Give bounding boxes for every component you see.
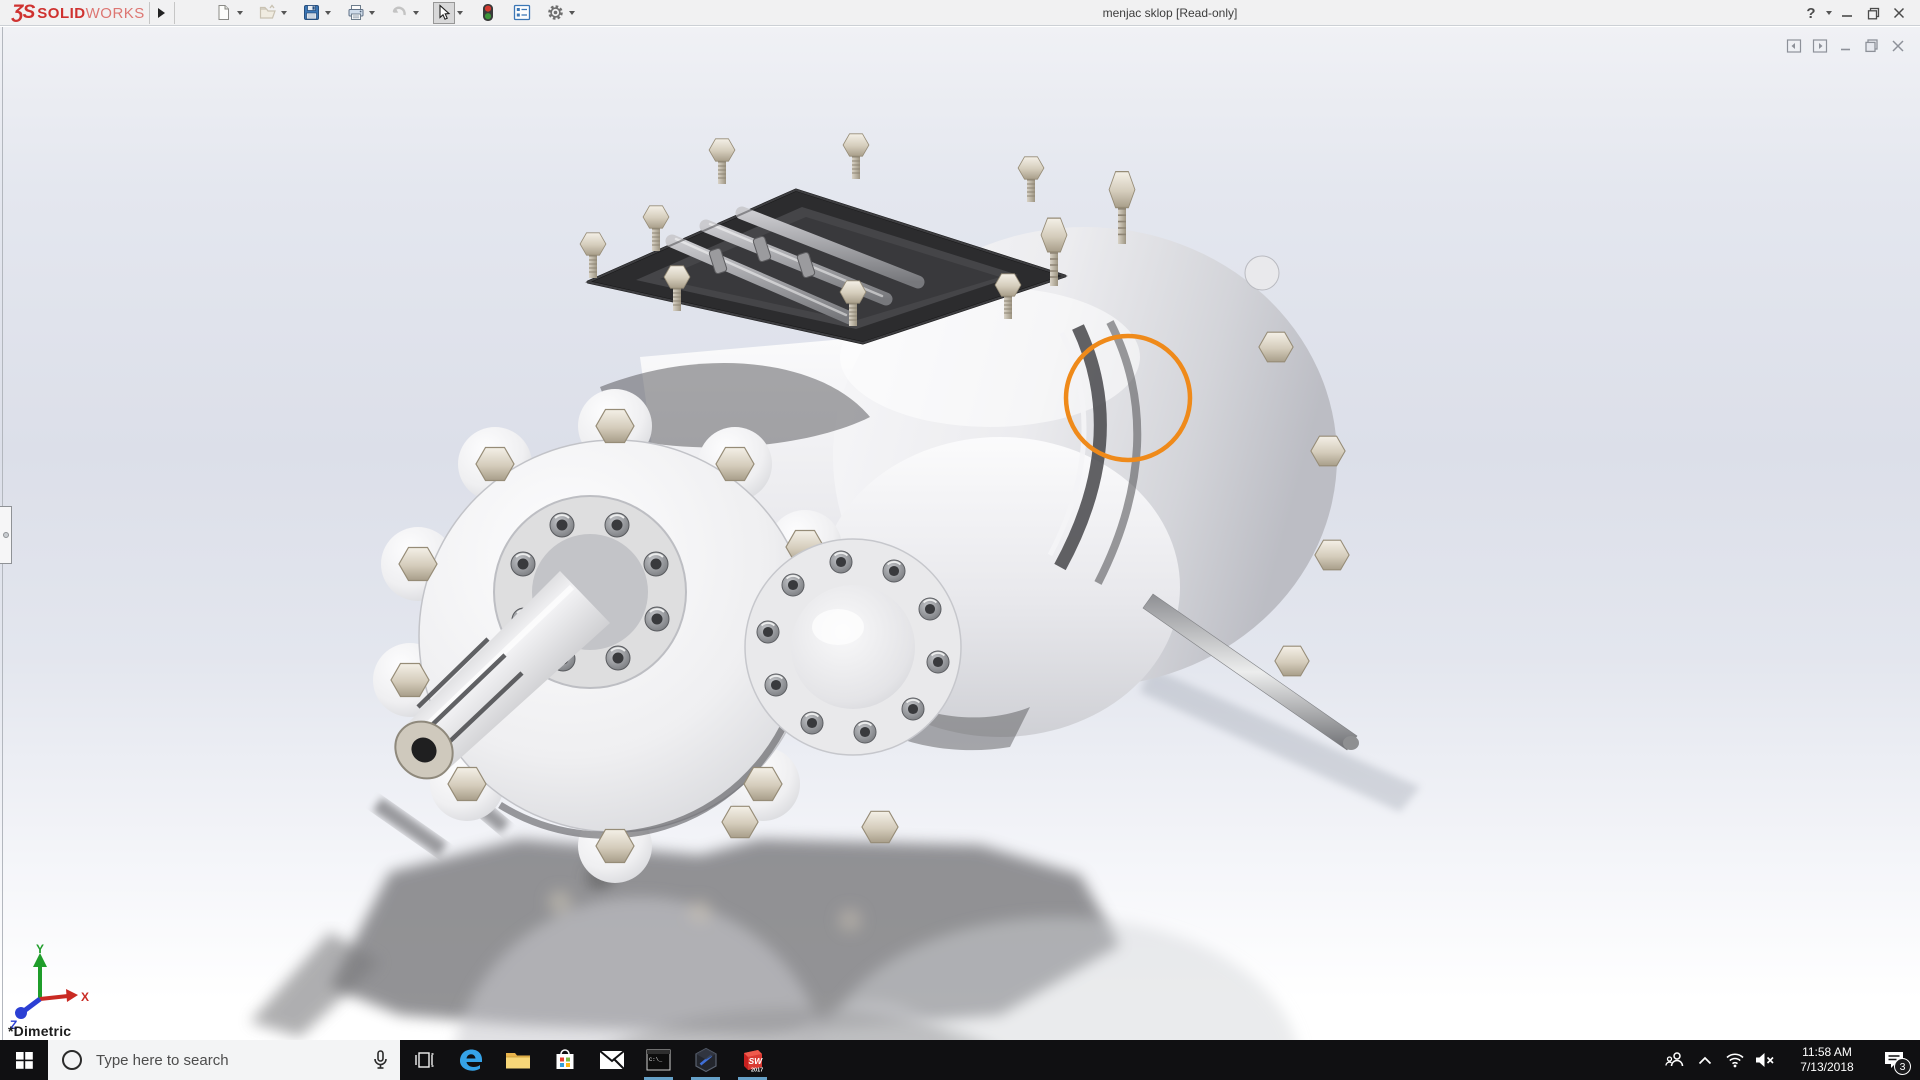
help-button[interactable]: ?	[1798, 1, 1824, 25]
collapse-right-pane-button[interactable]	[1811, 37, 1828, 54]
close-icon	[1893, 7, 1905, 19]
print-button[interactable]	[345, 2, 367, 24]
task-view-icon	[414, 1052, 433, 1068]
command-prompt-icon: C:\_	[646, 1049, 671, 1071]
volume-button[interactable]	[1750, 1040, 1780, 1080]
bearing-cover-ring	[744, 538, 962, 756]
sw-icon-label: SW	[749, 1056, 764, 1066]
triad-x-label: X	[81, 990, 89, 1004]
graphics-viewport[interactable]: Y X Z *Dimetric	[0, 27, 1920, 1040]
traffic-light-icon	[482, 4, 493, 21]
solidworks-logo: ƷS SOLID WORKS	[12, 1, 145, 23]
restore-icon	[1867, 7, 1879, 19]
clock[interactable]: 11:58 AM 7/13/2018	[1784, 1045, 1870, 1075]
sw-icon-year: 2017	[751, 1067, 763, 1073]
network-button[interactable]	[1720, 1040, 1750, 1080]
open-folder-icon	[259, 4, 276, 19]
new-document-button[interactable]	[213, 2, 235, 24]
title-bar: ƷS SOLID WORKS menjac sklop [Read-only] …	[0, 0, 1920, 26]
document-title: menjac sklop [Read-only]	[1102, 6, 1238, 20]
select-tool-button[interactable]	[432, 1, 455, 24]
minimize-icon	[1842, 15, 1852, 17]
microphone-icon[interactable]	[373, 1050, 388, 1070]
display-settings-button[interactable]	[511, 2, 533, 24]
select-cursor-icon	[439, 4, 451, 20]
store-icon	[556, 1049, 573, 1069]
chevron-up-icon	[1698, 1056, 1712, 1064]
minimize-document-button[interactable]	[1837, 37, 1854, 54]
taskbar-app-mail[interactable]	[588, 1040, 635, 1080]
speaker-muted-icon	[1755, 1053, 1774, 1067]
windows-taskbar: C:\_ SW 2017	[0, 1040, 1920, 1080]
restore-document-button[interactable]	[1863, 37, 1880, 54]
taskbar-app-solidworks[interactable]: SW 2017	[729, 1040, 776, 1080]
task-view-button[interactable]	[400, 1040, 447, 1080]
save-floppy-icon	[304, 5, 320, 20]
mail-icon	[598, 1050, 625, 1070]
taskbar-app-edge[interactable]	[447, 1040, 494, 1080]
action-center-button[interactable]: 3	[1874, 1040, 1914, 1080]
system-tray: 11:58 AM 7/13/2018 3	[1660, 1040, 1920, 1080]
triad-y-label: Y	[36, 943, 44, 956]
file-explorer-icon	[505, 1053, 530, 1069]
save-dropdown[interactable]	[323, 2, 333, 24]
edge-icon	[459, 1049, 482, 1071]
separator	[173, 1, 175, 24]
printer-icon	[348, 5, 364, 20]
people-button[interactable]	[1660, 1040, 1690, 1080]
windows-logo-icon	[15, 1051, 33, 1069]
select-tool-dropdown[interactable]	[455, 2, 465, 24]
start-button[interactable]	[0, 1040, 48, 1080]
close-button[interactable]	[1886, 1, 1912, 25]
rebuild-button[interactable]	[477, 2, 499, 24]
standard-toolbar	[213, 1, 577, 24]
separator	[148, 1, 150, 24]
window-controls: ?	[1798, 0, 1920, 26]
help-dropdown[interactable]	[1824, 2, 1834, 24]
hidden-icons-button[interactable]	[1690, 1040, 1720, 1080]
open-document-dropdown[interactable]	[279, 2, 289, 24]
taskbar-app-file-explorer[interactable]	[494, 1040, 541, 1080]
new-document-icon	[218, 5, 230, 20]
open-document-button[interactable]	[257, 2, 279, 24]
clock-time: 11:58 AM	[1802, 1045, 1852, 1059]
wifi-icon	[1726, 1053, 1744, 1068]
properties-list-icon	[513, 4, 530, 21]
solidworks-2017-icon: SW 2017	[744, 1049, 764, 1073]
cmd-icon-text: C:\_	[649, 1056, 663, 1063]
undo-dropdown[interactable]	[411, 2, 421, 24]
ds-logo-glyph: ƷS	[12, 1, 35, 23]
gearbox-model[interactable]	[0, 27, 1920, 1040]
restore-button[interactable]	[1860, 1, 1886, 25]
toolbar-flyout-button[interactable]	[154, 3, 170, 23]
flyout-arrow-icon	[158, 7, 166, 18]
gear-icon	[548, 5, 564, 20]
cortana-icon	[62, 1050, 82, 1070]
taskbar-app-store[interactable]	[541, 1040, 588, 1080]
options-button[interactable]	[545, 2, 567, 24]
hexagon-app-icon	[694, 1047, 717, 1073]
options-dropdown[interactable]	[567, 2, 577, 24]
taskbar-search[interactable]	[48, 1040, 400, 1080]
document-window-controls	[1785, 37, 1906, 54]
people-icon	[1665, 1052, 1684, 1067]
search-input[interactable]	[94, 1050, 373, 1070]
undo-arrow-icon	[393, 6, 407, 16]
save-button[interactable]	[301, 2, 323, 24]
print-dropdown[interactable]	[367, 2, 377, 24]
clock-date: 7/13/2018	[1800, 1060, 1854, 1074]
notification-badge: 3	[1894, 1058, 1911, 1075]
view-orientation-label: *Dimetric	[8, 1023, 72, 1039]
undo-button[interactable]	[389, 2, 411, 24]
minimize-button[interactable]	[1834, 1, 1860, 25]
taskbar-app-command-prompt[interactable]: C:\_	[635, 1040, 682, 1080]
taskbar-app-hexagon[interactable]	[682, 1040, 729, 1080]
close-document-button[interactable]	[1889, 37, 1906, 54]
collapse-left-pane-button[interactable]	[1785, 37, 1802, 54]
new-document-dropdown[interactable]	[235, 2, 245, 24]
